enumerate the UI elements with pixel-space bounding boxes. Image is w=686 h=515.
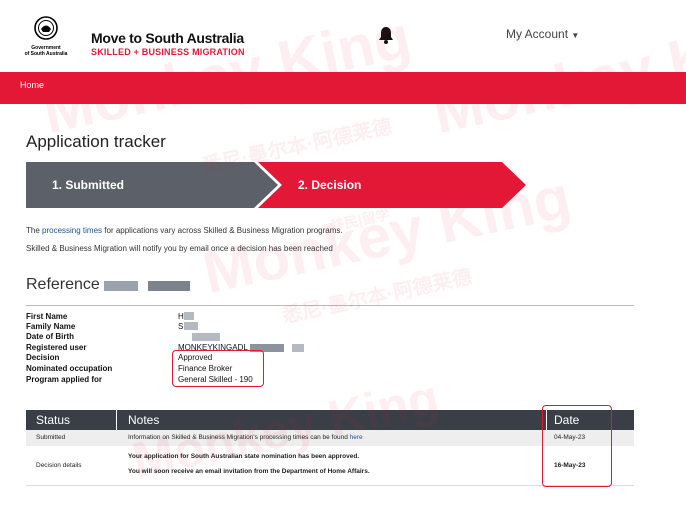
row-note: Information on Skilled & Business Migrat… (128, 434, 363, 441)
progress-steps: 1. Submitted 2. Decision (26, 162, 526, 208)
reference-title: Reference (26, 276, 100, 293)
value-first-name: H (178, 312, 184, 321)
page-title: Application tracker (26, 132, 166, 151)
label-registered-user: Registered user (26, 343, 87, 352)
label-occupation: Nominated occupation (26, 364, 113, 373)
highlight-decision-box (172, 350, 264, 387)
header-notes: Notes (128, 413, 160, 427)
note-text: Information on Skilled & Business Migrat… (128, 434, 350, 441)
divider (26, 305, 634, 306)
reference-redacted (148, 281, 190, 291)
label-program: Program applied for (26, 375, 103, 384)
row-status: Decision details (36, 462, 82, 469)
highlight-date-box (542, 405, 612, 487)
brand-logo[interactable]: Move to South Australia SKILLED + BUSINE… (91, 30, 245, 57)
my-account-label: My Account (506, 27, 569, 41)
my-account-menu[interactable]: My Account ▼ (506, 27, 579, 41)
site-header: Government of South Australia Move to So… (0, 0, 686, 72)
nav-bar: Home (0, 72, 686, 104)
row-note-line1: Your application for South Australian st… (128, 453, 360, 460)
row-status: Submitted (36, 434, 66, 441)
header-status: Status (36, 413, 71, 427)
intro-line2: Skilled & Business Migration will notify… (26, 244, 333, 253)
processing-times-link[interactable]: processing times (42, 226, 102, 235)
caret-down-icon: ▼ (571, 31, 580, 40)
label-decision: Decision (26, 353, 60, 362)
step-decision-label: 2. Decision (298, 178, 362, 192)
redacted (192, 333, 220, 341)
redacted (292, 344, 304, 352)
step-submitted-label: 1. Submitted (52, 178, 125, 192)
column-divider (116, 410, 117, 430)
redacted (184, 312, 194, 320)
label-dob: Date of Birth (26, 332, 74, 341)
nav-home-link[interactable]: Home (20, 80, 44, 90)
gov-line2: of South Australia (24, 51, 68, 57)
government-logo[interactable]: Government of South Australia (24, 16, 68, 58)
brand-title: Move to South Australia (91, 30, 244, 46)
redacted (184, 322, 198, 330)
reference-redacted (104, 281, 138, 291)
brand-subtitle: SKILLED + BUSINESS MIGRATION (91, 47, 245, 57)
watermark-chinese: 悉尼·墨尔本·阿德莱德 (280, 266, 475, 328)
row-note-line2: You will soon receive an email invitatio… (128, 468, 370, 475)
label-family-name: Family Name (26, 322, 76, 331)
intro-text: for applications vary across Skilled & B… (102, 226, 343, 235)
intro-line1: The processing times for applications va… (26, 226, 343, 235)
intro-text: The (26, 226, 43, 235)
crest-icon (34, 16, 58, 40)
value-family-name: S (178, 322, 184, 331)
bell-icon[interactable] (378, 26, 394, 44)
processing-times-here-link[interactable]: here (350, 434, 363, 441)
label-first-name: First Name (26, 312, 68, 321)
